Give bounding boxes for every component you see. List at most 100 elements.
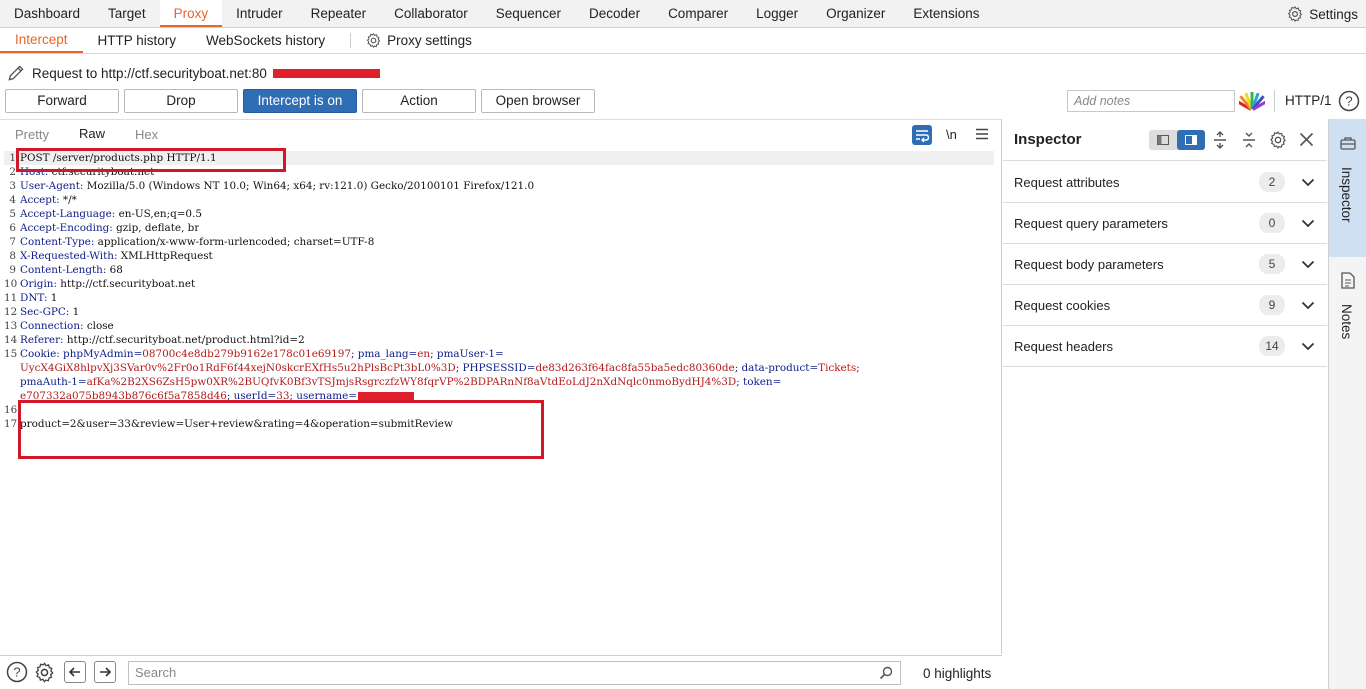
cookie-line-wrap: pmaAuth-1=afKa%2B2XS6ZsH5pw0XR%2BUQfvK0B… (20, 375, 781, 389)
tab-pretty[interactable]: Pretty (0, 120, 64, 150)
line-number: 10 (4, 278, 18, 290)
cookie-value: 08700c4e8db279b9162e178c01e69197 (142, 348, 351, 360)
close-icon[interactable] (1299, 132, 1314, 147)
chevron-down-icon (1301, 219, 1315, 227)
layout-stacked-button[interactable] (1149, 130, 1177, 150)
settings-button[interactable]: Settings (1286, 0, 1358, 28)
burp-suite-window: Dashboard Target Proxy Intruder Repeater… (0, 0, 1366, 689)
row-label: Request cookies (1014, 297, 1111, 313)
header-value: close (83, 320, 114, 332)
inspector-header: Inspector (1003, 119, 1327, 161)
header-value: application/x-www-form-urlencoded; chars… (94, 236, 375, 248)
editor-view-tabs: Pretty Raw Hex (0, 120, 1002, 150)
rail-tab-inspector[interactable]: Inspector (1329, 119, 1366, 257)
notes-icon (1341, 272, 1355, 289)
action-button[interactable]: Action (362, 89, 476, 113)
tab-extensions[interactable]: Extensions (899, 0, 993, 27)
gear-icon[interactable] (33, 661, 56, 684)
inspector-row-cookies[interactable]: Request cookies 9 (1003, 285, 1327, 326)
tab-sequencer[interactable]: Sequencer (482, 0, 575, 27)
forward-button[interactable]: Forward (5, 89, 119, 113)
line-number: 3 (9, 180, 16, 192)
inspector-row-body-parameters[interactable]: Request body parameters 5 (1003, 244, 1327, 285)
tab-repeater[interactable]: Repeater (297, 0, 381, 27)
intercept-toggle-button[interactable]: Intercept is on (243, 89, 357, 113)
tab-raw[interactable]: Raw (63, 120, 120, 150)
inspector-row-request-attributes[interactable]: Request attributes 2 (1003, 162, 1327, 203)
tab-intruder[interactable]: Intruder (222, 0, 297, 27)
rail-inspector-label: Inspector (1339, 167, 1354, 223)
raw-request-text[interactable]: 1 POST /server/products.php HTTP/1.1 2 Hos… (4, 151, 994, 431)
highlight-color-picker-icon[interactable] (1239, 90, 1265, 112)
drop-button[interactable]: Drop (124, 89, 238, 113)
help-icon[interactable]: ? (6, 661, 28, 683)
inspector-title: Inspector (1014, 131, 1082, 148)
cookie-line-wrap: UycX4GiX8hlpvXj3SVar0v%2Fr0o1RdF6f44xejN… (20, 361, 863, 375)
code-line: 6 Accept-Encoding: gzip, deflate, br (4, 221, 994, 235)
tab-logger[interactable]: Logger (742, 0, 812, 27)
tab-websockets-history[interactable]: WebSockets history (191, 28, 340, 53)
proxy-sub-tab-bar: Intercept HTTP history WebSockets histor… (0, 28, 1366, 54)
layout-toggle[interactable] (1149, 130, 1205, 150)
settings-label: Settings (1309, 6, 1358, 22)
header-name: Cookie: (20, 348, 60, 360)
inspector-row-query-parameters[interactable]: Request query parameters 0 (1003, 203, 1327, 244)
collapse-all-icon[interactable] (1241, 131, 1257, 149)
show-newlines-button[interactable]: \n (946, 127, 957, 142)
cookie-name: phpMyAdmin= (59, 348, 143, 360)
layout-side-icon (1185, 135, 1197, 145)
line-number: 7 (9, 236, 16, 248)
line-number: 14 (4, 334, 18, 346)
tab-decoder[interactable]: Decoder (575, 0, 654, 27)
line-number: 9 (9, 264, 16, 276)
line-number: 11 (4, 292, 18, 304)
word-wrap-button[interactable] (912, 125, 932, 145)
next-match-button[interactable] (94, 661, 116, 683)
header-value: XMLHttpRequest (117, 250, 213, 262)
tab-comparer[interactable]: Comparer (654, 0, 742, 27)
header-line: Sec-GPC: 1 (20, 305, 79, 319)
open-browser-button[interactable]: Open browser (481, 89, 595, 113)
help-icon[interactable]: ? (1338, 90, 1360, 112)
annotation-box-request-body (18, 400, 544, 459)
cookie-name: ; data-product= (734, 362, 819, 374)
cookie-name: ; PHPSESSID= (455, 362, 536, 374)
tab-proxy[interactable]: Proxy (159, 0, 223, 27)
code-line: 3 User-Agent: Mozilla/5.0 (Windows NT 10.… (4, 179, 994, 193)
cookie-value: afKa%2B2XS6ZsH5pw0XR%2BUQfvK0Bf3vTSJmjsR… (86, 376, 737, 388)
tab-hex[interactable]: Hex (120, 120, 173, 150)
notes-input[interactable]: Add notes (1067, 90, 1235, 112)
inspector-row-headers[interactable]: Request headers 14 (1003, 326, 1327, 367)
tab-target[interactable]: Target (94, 0, 160, 27)
gear-icon[interactable] (1268, 130, 1288, 150)
search-input[interactable]: Search (128, 661, 901, 685)
cookie-name: ; pma_lang= (350, 348, 418, 360)
tab-intercept[interactable]: Intercept (0, 28, 83, 53)
header-line: Content-Length: 68 (20, 263, 123, 277)
side-rail: Inspector Notes (1328, 119, 1366, 689)
proxy-settings-button[interactable]: Proxy settings (361, 28, 476, 53)
tab-organizer[interactable]: Organizer (812, 0, 899, 27)
http-version-label[interactable]: HTTP/1 (1285, 93, 1332, 108)
tab-collaborator[interactable]: Collaborator (380, 0, 482, 27)
header-line: Content-Type: application/x-www-form-url… (20, 235, 374, 249)
count-badge: 5 (1259, 254, 1285, 274)
menu-icon[interactable] (975, 128, 989, 140)
pencil-icon[interactable] (6, 63, 26, 83)
previous-match-button[interactable] (64, 661, 86, 683)
search-icon[interactable] (879, 666, 893, 680)
code-line: 10 Origin: http://ctf.securityboat.net (4, 277, 994, 291)
tab-http-history[interactable]: HTTP history (83, 28, 192, 53)
header-value: 1 (69, 306, 80, 318)
expand-all-icon[interactable] (1212, 131, 1228, 149)
header-line: Accept-Encoding: gzip, deflate, br (20, 221, 199, 235)
line-number: 13 (4, 320, 18, 332)
tab-dashboard[interactable]: Dashboard (0, 0, 94, 27)
layout-side-button[interactable] (1177, 130, 1205, 150)
svg-text:?: ? (1345, 94, 1352, 109)
request-editor: Pretty Raw Hex \n 1 POST /server/products… (0, 119, 1002, 654)
line-number: 4 (9, 194, 16, 206)
header-line: Accept: */* (20, 193, 77, 207)
rail-tab-notes[interactable]: Notes (1329, 264, 1366, 354)
header-name: Referer: (20, 334, 64, 346)
